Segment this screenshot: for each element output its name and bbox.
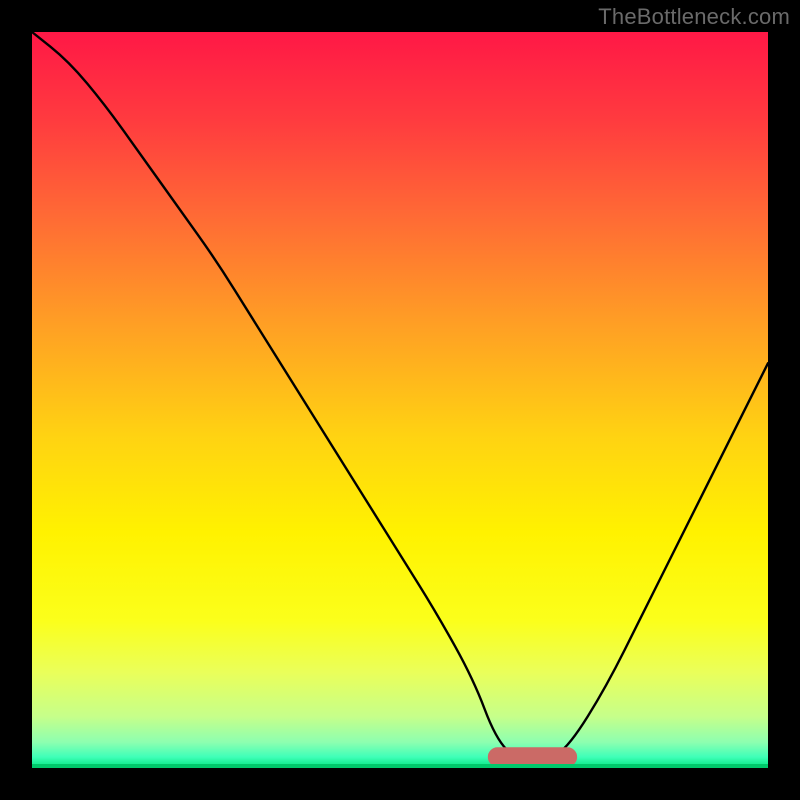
baseline-strip (32, 764, 768, 768)
chart-frame: TheBottleneck.com (0, 0, 800, 800)
watermark-text: TheBottleneck.com (598, 4, 790, 30)
optimal-range-marker (488, 748, 576, 766)
bottleneck-chart (0, 0, 800, 800)
heat-gradient-background (32, 32, 768, 768)
